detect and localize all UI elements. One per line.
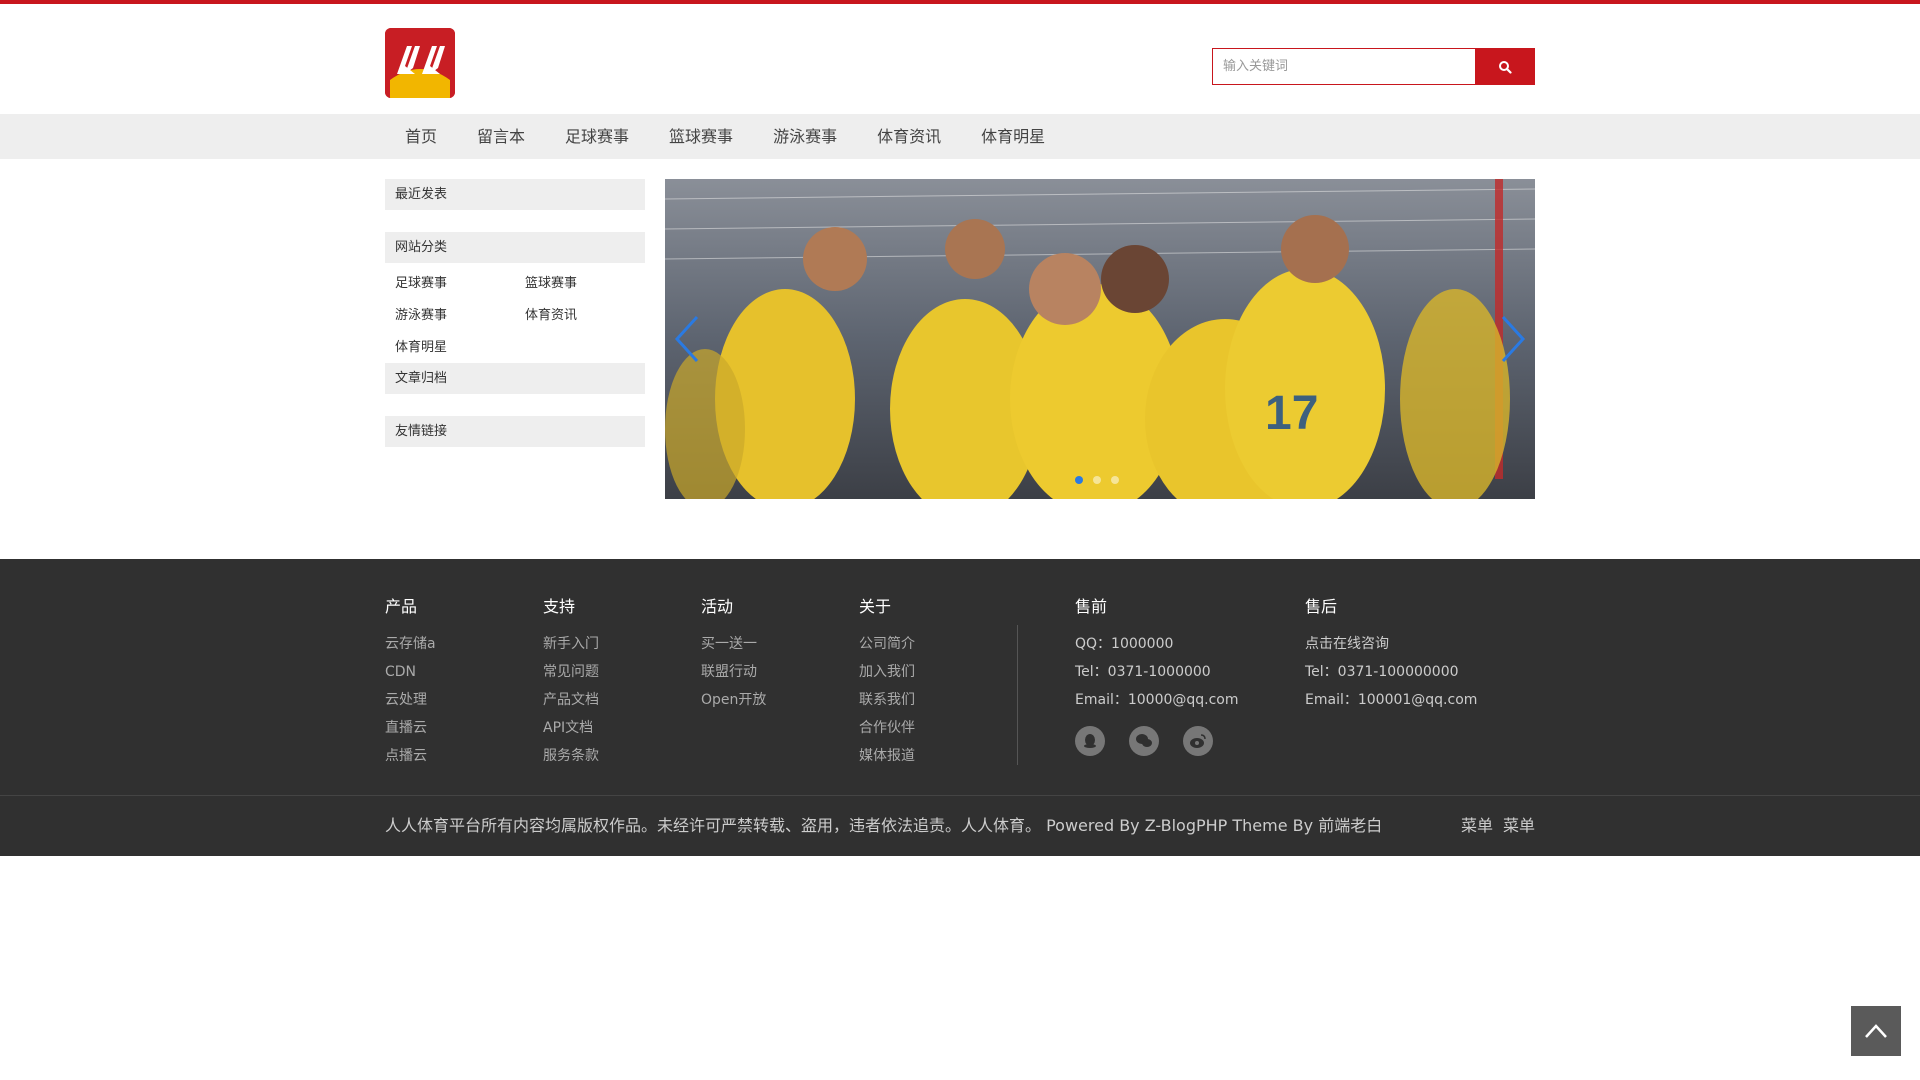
slider-dot-3[interactable] xyxy=(1111,476,1119,484)
footer-link[interactable]: 合作伙伴 xyxy=(859,714,915,742)
nav-item-sports-stars[interactable]: 体育明星 xyxy=(961,114,1065,159)
site-logo[interactable] xyxy=(385,28,455,98)
menu-link[interactable]: 菜单 xyxy=(1461,796,1493,856)
search-icon xyxy=(1499,60,1512,74)
footer-link[interactable]: 媒体报道 xyxy=(859,742,915,770)
footer-link[interactable]: API文档 xyxy=(543,714,599,742)
footer-link[interactable]: 云存储a xyxy=(385,630,436,658)
footer-link[interactable]: 联系我们 xyxy=(859,686,915,714)
online-consult-link[interactable]: 点击在线咨询 xyxy=(1305,630,1477,658)
logo-graphic xyxy=(385,28,455,98)
nav-item-sports-news[interactable]: 体育资讯 xyxy=(857,114,961,159)
footer-column-title: 售后 xyxy=(1305,597,1338,616)
menu-link[interactable]: 菜单 xyxy=(1503,796,1535,856)
svg-text:17: 17 xyxy=(1265,387,1318,440)
sidebar-archive-title: 文章归档 xyxy=(385,363,645,394)
presale-qq: QQ：1000000 xyxy=(1075,636,1174,652)
sidebar-recent-title: 最近发表 xyxy=(385,179,645,210)
slider-dot-2[interactable] xyxy=(1093,476,1101,484)
footer-link[interactable]: 产品文档 xyxy=(543,686,599,714)
nav-item-guestbook[interactable]: 留言本 xyxy=(457,114,545,159)
slider-dot-1[interactable] xyxy=(1075,476,1083,484)
footer-link[interactable]: CDN xyxy=(385,658,436,686)
main-nav: 首页 留言本 足球赛事 篮球赛事 游泳赛事 体育资讯 体育明星 xyxy=(0,114,1920,159)
sidebar-category-title: 网站分类 xyxy=(385,232,645,263)
footer-column-title: 产品 xyxy=(385,597,418,616)
category-football[interactable]: 足球赛事 xyxy=(395,273,525,295)
footer-link[interactable]: 云处理 xyxy=(385,686,436,714)
footer-link[interactable]: 买一送一 xyxy=(701,630,766,658)
aftersale-tel: Tel：0371-100000000 xyxy=(1305,664,1459,680)
footer-link[interactable]: 新手入门 xyxy=(543,630,599,658)
wechat-icon[interactable] xyxy=(1129,726,1159,756)
footer-column-support: 支持 新手入门 常见问题 产品文档 API文档 服务条款 xyxy=(543,597,599,770)
footer-link[interactable]: 公司简介 xyxy=(859,630,915,658)
header xyxy=(0,4,1920,114)
sidebar: 最近发表 网站分类 足球赛事 篮球赛事 游泳赛事 体育资讯 体育明星 文章归档 … xyxy=(385,179,645,447)
footer-link[interactable]: 直播云 xyxy=(385,714,436,742)
footer-link[interactable]: 联盟行动 xyxy=(701,658,766,686)
aftersale-email: Email：100001@qq.com xyxy=(1305,692,1478,708)
nav-item-swimming[interactable]: 游泳赛事 xyxy=(753,114,857,159)
footer-divider xyxy=(1017,625,1018,765)
weibo-icon[interactable] xyxy=(1183,726,1213,756)
footer-column-events: 活动 买一送一 联盟行动 Open开放 xyxy=(701,597,766,714)
footer-column-about: 关于 公司简介 加入我们 联系我们 合作伙伴 媒体报道 xyxy=(859,597,915,770)
presale-tel: Tel：0371-1000000 xyxy=(1075,664,1211,680)
footer-link[interactable]: Open开放 xyxy=(701,686,766,714)
slider-next-button[interactable] xyxy=(1491,309,1531,369)
copyright-bar: 人人体育平台所有内容均属版权作品。未经许可严禁转载、盗用，违者依法追责。人人体育… xyxy=(0,795,1920,856)
category-sports-stars[interactable]: 体育明星 xyxy=(395,337,525,359)
nav-item-football[interactable]: 足球赛事 xyxy=(545,114,649,159)
presale-email: Email：10000@qq.com xyxy=(1075,692,1239,708)
arrow-up-icon xyxy=(1865,1024,1887,1038)
footer-aftersale: 售后 点击在线咨询 Tel：0371-100000000 Email：10000… xyxy=(1305,597,1477,714)
chevron-left-icon xyxy=(674,315,699,363)
nav-item-basketball[interactable]: 篮球赛事 xyxy=(649,114,753,159)
footer-link[interactable]: 服务条款 xyxy=(543,742,599,770)
nav-item-home[interactable]: 首页 xyxy=(385,114,457,159)
search-form xyxy=(1212,48,1535,85)
social-links xyxy=(1075,726,1239,756)
footer-column-products: 产品 云存储a CDN 云处理 直播云 点播云 xyxy=(385,597,436,770)
sidebar-links-title: 友情链接 xyxy=(385,416,645,447)
footer-link[interactable]: 点播云 xyxy=(385,742,436,770)
slider-prev-button[interactable] xyxy=(669,309,709,369)
footer-column-title: 支持 xyxy=(543,597,576,616)
footer-link[interactable]: 常见问题 xyxy=(543,658,599,686)
category-sports-news[interactable]: 体育资讯 xyxy=(525,305,655,327)
slide-image: 17 xyxy=(665,179,1535,499)
qq-icon[interactable] xyxy=(1075,726,1105,756)
footer-link[interactable]: 加入我们 xyxy=(859,658,915,686)
footer-column-title: 售前 xyxy=(1075,597,1108,616)
category-basketball[interactable]: 篮球赛事 xyxy=(525,273,655,295)
image-slider[interactable]: 17 xyxy=(665,179,1535,499)
footer-column-title: 活动 xyxy=(701,597,734,616)
slider-pagination xyxy=(1075,476,1119,484)
category-swimming[interactable]: 游泳赛事 xyxy=(395,305,525,327)
search-input[interactable] xyxy=(1212,48,1475,85)
copyright-text: 人人体育平台所有内容均属版权作品。未经许可严禁转载、盗用，违者依法追责。人人体育… xyxy=(385,816,1383,835)
search-button[interactable] xyxy=(1475,48,1535,85)
back-to-top-button[interactable] xyxy=(1851,1006,1901,1056)
chevron-right-icon xyxy=(1501,315,1526,363)
category-list: 足球赛事 篮球赛事 游泳赛事 体育资讯 体育明星 xyxy=(385,263,645,363)
footer-column-title: 关于 xyxy=(859,597,892,616)
footer-presale: 售前 QQ：1000000 Tel：0371-1000000 Email：100… xyxy=(1075,597,1239,756)
copyright-links: 菜单 菜单 xyxy=(1461,796,1535,856)
